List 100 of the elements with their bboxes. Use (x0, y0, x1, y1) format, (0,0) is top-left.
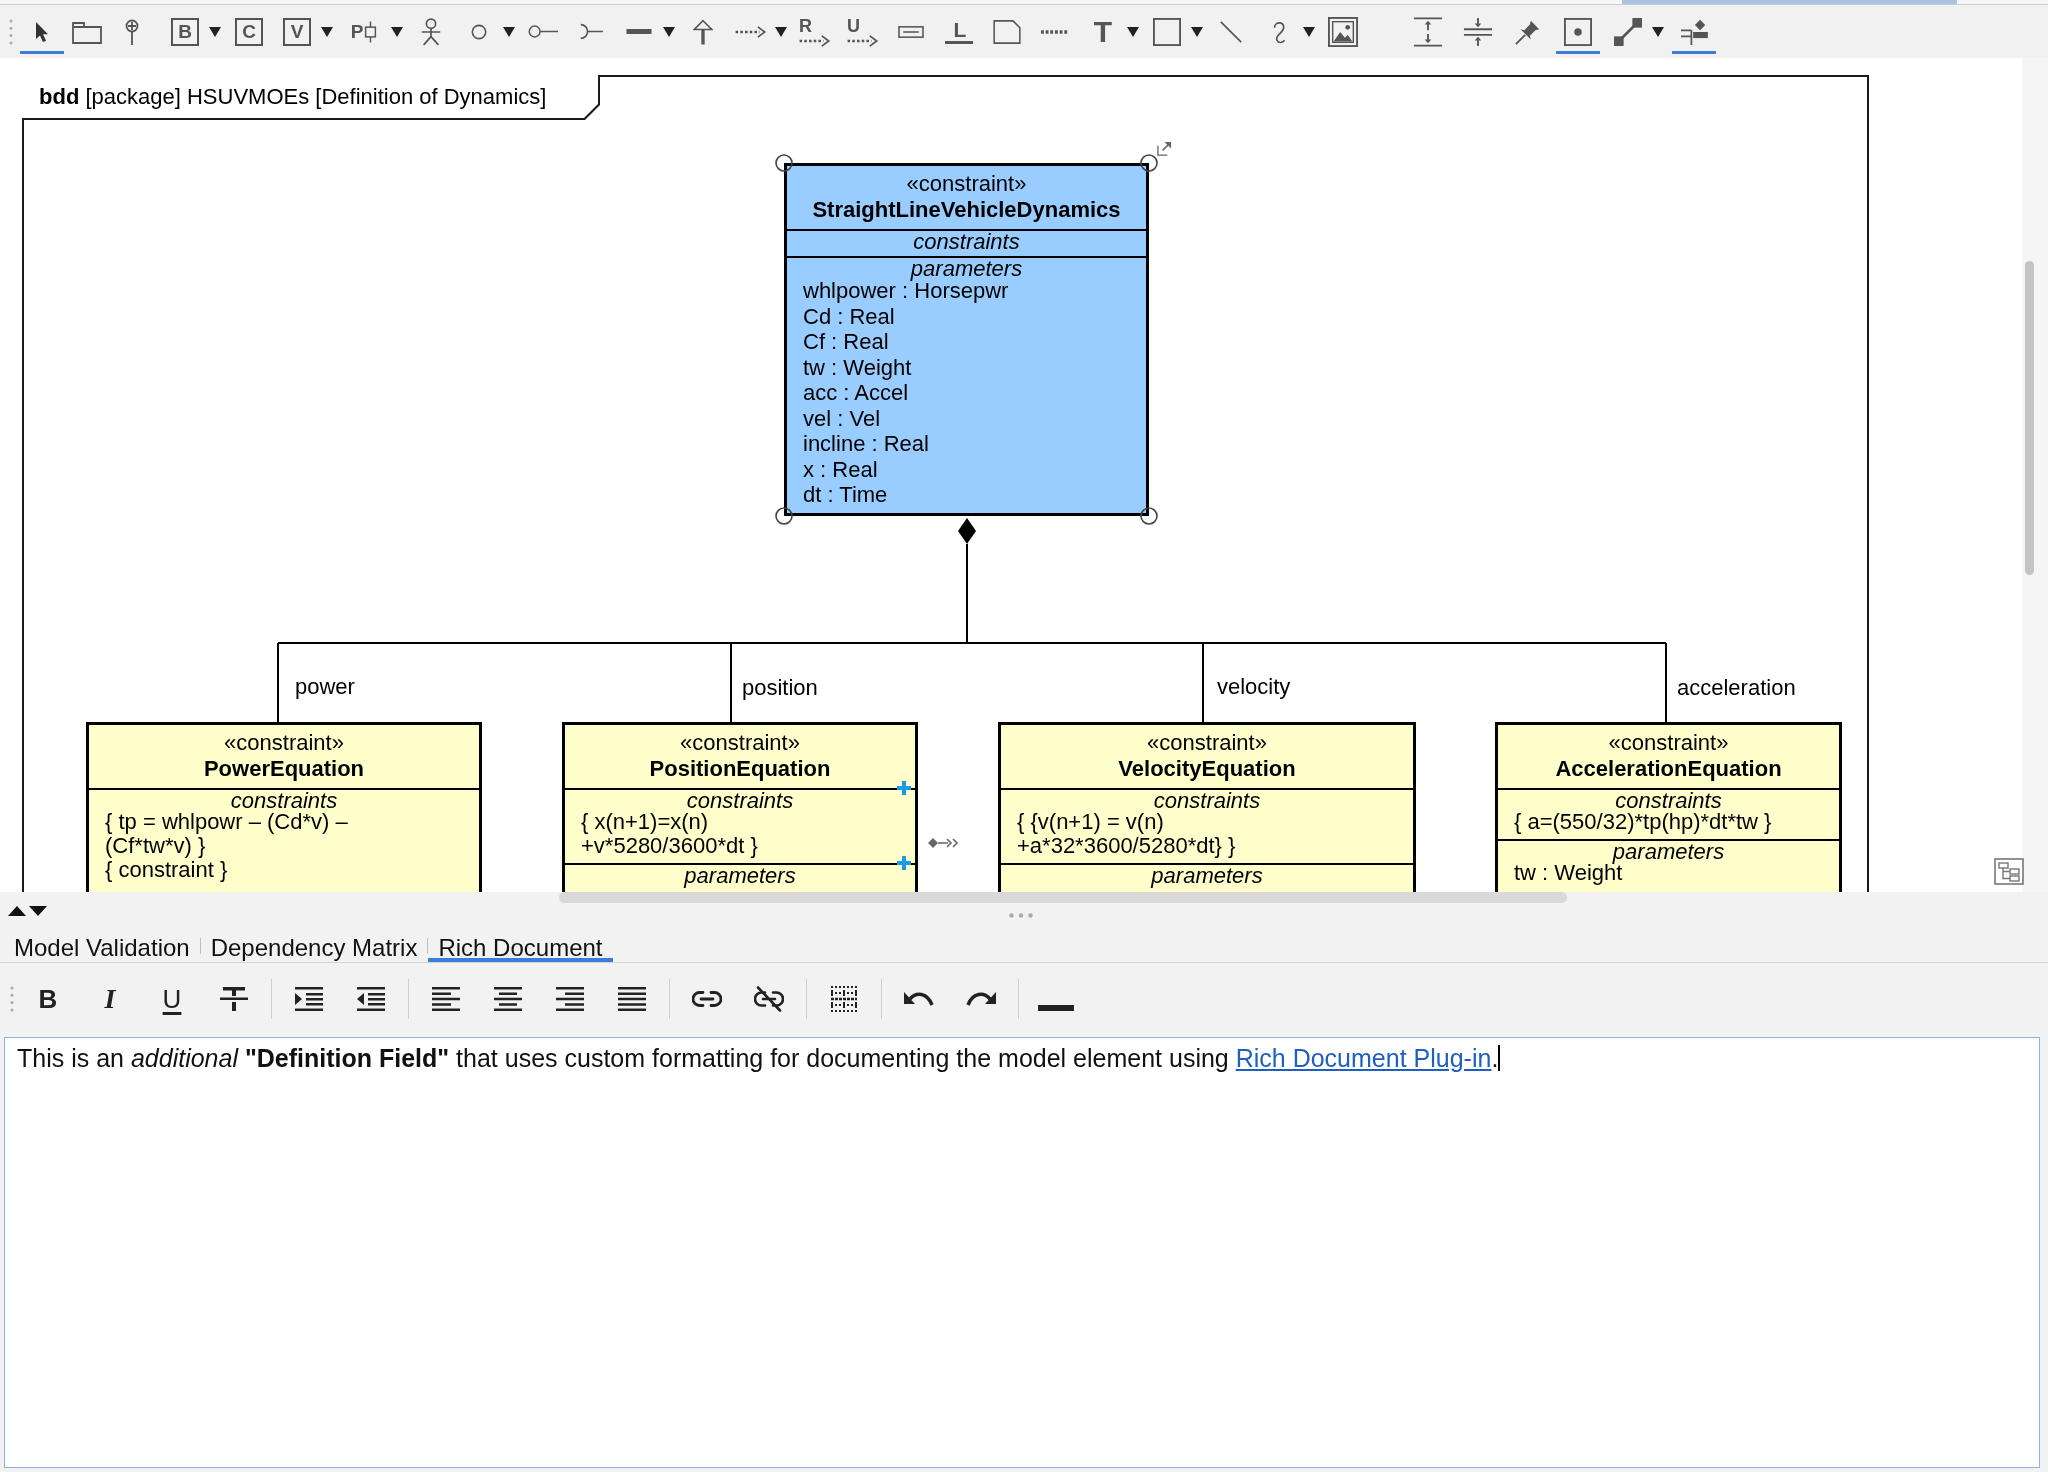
compartment-entry: incline : Real (803, 431, 930, 457)
justify-icon (618, 987, 646, 1011)
compartment-entry: { constraint } (105, 858, 229, 882)
label-tool-button[interactable]: L (937, 9, 981, 54)
compartment-entry: vel : Vel (803, 405, 882, 431)
lollipop-icon (528, 24, 558, 39)
block-name: PositionEquation (649, 756, 831, 782)
selection-handle-icon[interactable] (775, 506, 793, 525)
toolbar-grip-icon[interactable] (9, 18, 13, 45)
block-name: AccelerationEquation (1555, 756, 1782, 782)
note-icon (993, 19, 1021, 44)
shrink-vertical-icon (1463, 16, 1493, 47)
dropdown-caret-icon[interactable] (1127, 26, 1139, 37)
port-square-icon (364, 20, 378, 43)
overview-icon[interactable] (1994, 858, 2024, 885)
compartment-entry: x : Real (803, 456, 879, 482)
role-label: power (295, 674, 355, 700)
align-left-icon (432, 987, 460, 1011)
square-icon (1153, 17, 1181, 46)
compartment-title: constraints (912, 232, 1021, 251)
dropdown-caret-icon[interactable] (1652, 26, 1664, 37)
stereotype-label: «constraint» (680, 730, 800, 756)
block-name: VelocityEquation (1118, 756, 1296, 782)
role-label: velocity (1217, 674, 1291, 700)
indent-icon (295, 987, 323, 1011)
selection-handle-icon[interactable] (1140, 154, 1158, 172)
strikethrough-icon (220, 987, 248, 1011)
port-tool-button[interactable]: P (339, 9, 389, 54)
panel-tab[interactable]: Dependency Matrix (200, 930, 428, 962)
relation-tool-button[interactable]: R (793, 9, 837, 54)
constraint-block[interactable]: «constraint» PowerEquation constraints { tp = whlpowr – (Cd*v) – (Cf*tw*v) } { constraint } (86, 722, 482, 892)
relation-tool-button[interactable]: U (841, 9, 885, 54)
align-center-icon (494, 987, 522, 1011)
scrollbar-thumb[interactable] (559, 892, 1567, 903)
editor-paragraph: This is an additional "Definition Field" that uses custom formatting for documenting the model element using Rich Document Plug-in. (17, 1043, 1499, 1073)
stereotype-label: «constraint» (1147, 730, 1267, 756)
compartment-title: constraints (229, 791, 339, 810)
dashed-arrow-icon (735, 25, 767, 38)
splitter-grip-icon[interactable] (1009, 913, 1033, 918)
dashed-arrow-icon (846, 34, 880, 47)
selection-handle-icon[interactable] (1140, 506, 1158, 525)
up-triangle-icon[interactable] (8, 906, 26, 916)
stereotype-label: «constraint» (224, 730, 344, 756)
letter-tool-button[interactable]: B (163, 9, 207, 54)
connector-icon (1614, 17, 1642, 46)
rich-text-editor[interactable]: This is an additional "Definition Field" that uses custom formatting for documenting the model element using Rich Document Plug-in. (4, 1037, 2040, 1468)
down-triangle-icon[interactable] (29, 906, 47, 916)
dropdown-caret-icon[interactable] (209, 26, 221, 37)
letter-tool-button[interactable]: V (275, 9, 319, 54)
dropdown-caret-icon[interactable] (775, 26, 787, 37)
expand-arrow-icon[interactable] (1157, 141, 1172, 156)
slot-rectangle-icon (898, 25, 924, 38)
toolbar-grip-icon[interactable] (10, 986, 14, 1012)
dotted-grid-icon (831, 986, 857, 1012)
plugin-link[interactable]: Rich Document Plug-in (1235, 1044, 1492, 1072)
compartment-entry: { tp = whlpowr – (Cd*v) – (Cf*tw*v) } (105, 810, 349, 858)
up-arrow-icon (693, 18, 713, 45)
unlink-icon (754, 986, 784, 1012)
stick-figure-icon (419, 17, 443, 46)
text-cursor (1498, 1045, 1501, 1071)
dropdown-caret-icon[interactable] (663, 26, 675, 37)
dropdown-caret-icon[interactable] (1191, 26, 1203, 37)
dropdown-caret-icon[interactable] (321, 26, 333, 37)
panel-tab[interactable]: Rich Document (428, 930, 613, 962)
folder-icon (72, 19, 102, 44)
panel-tab[interactable]: Model Validation (4, 930, 200, 962)
plus-icon[interactable] (897, 781, 911, 795)
redo-icon (966, 990, 996, 1008)
squiggle-icon (1271, 19, 1287, 44)
compartment-entry: dt : Time (803, 482, 889, 508)
frame-title: bdd [package] HSUVMOEs [Definition of Dynamics] (39, 83, 547, 111)
align-right-icon (556, 987, 584, 1011)
role-label: acceleration (1677, 675, 1796, 701)
constraint-block[interactable]: «constraint» VelocityEquation constraints { {v(n+1) = v(n) +a*32*3600/5280*dt} } parameters (998, 722, 1416, 892)
dashed-arrow-icon (798, 34, 832, 47)
dropdown-caret-icon[interactable] (1303, 26, 1315, 37)
plus-icon[interactable] (897, 856, 911, 870)
scrollbar-thumb[interactable] (2025, 261, 2034, 575)
circle-icon (471, 23, 487, 40)
letter-tool-button[interactable]: C (227, 9, 271, 54)
block-name: PowerEquation (203, 756, 365, 782)
outdent-icon (357, 987, 385, 1011)
compartment-entry: Cd : Real (803, 303, 896, 329)
text-tool-button[interactable]: T (1081, 9, 1125, 54)
link-icon (692, 991, 722, 1007)
image-icon (1328, 16, 1358, 47)
dropdown-caret-icon[interactable] (391, 26, 403, 37)
socket-icon (579, 23, 603, 40)
compartment-entry: tw : Weight (803, 354, 913, 380)
cursor-arrow-icon (35, 20, 49, 43)
bold-button[interactable]: B (26, 977, 70, 1021)
undo-icon (904, 990, 934, 1008)
stereotype-label: «constraint» (906, 171, 1027, 197)
selection-handle-icon[interactable] (775, 154, 793, 172)
scrollbar-thumb[interactable] (1622, 0, 1957, 4)
dropdown-caret-icon[interactable] (503, 26, 515, 37)
connector-arrow-icon[interactable] (928, 837, 960, 849)
italic-button[interactable]: I (88, 977, 132, 1021)
stereotype-label: «constraint» (1608, 730, 1729, 756)
underline-button[interactable]: U (150, 977, 194, 1021)
